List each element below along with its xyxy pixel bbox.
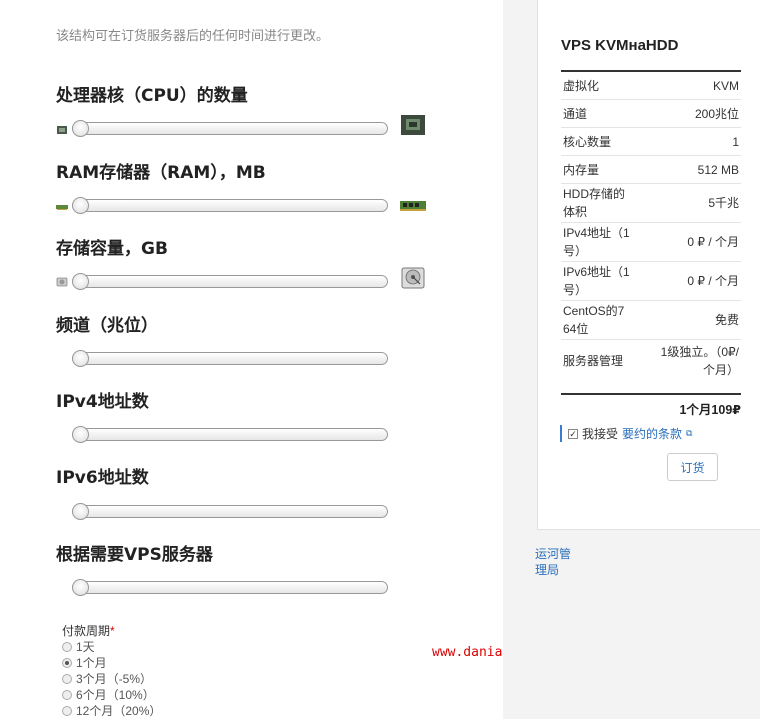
total-price: 1个月109₽ bbox=[561, 393, 741, 418]
ram-large-icon bbox=[400, 201, 426, 211]
ram-slider[interactable] bbox=[72, 197, 388, 214]
row-key: 通道 bbox=[563, 106, 588, 121]
storage-small-icon bbox=[56, 277, 68, 287]
row-value: 免费 bbox=[714, 313, 739, 327]
payment-period-label: 付款周期* bbox=[62, 622, 115, 639]
ram-slider-handle[interactable] bbox=[72, 197, 89, 214]
external-link-icon: ⧉ bbox=[686, 428, 693, 438]
payment-option-12-months[interactable]: 12个月（20%） bbox=[62, 702, 161, 719]
payment-option-3-months[interactable]: 3个月（-5%） bbox=[62, 670, 152, 687]
table-row: 内存量 512 MB bbox=[561, 156, 741, 184]
radio-3-months[interactable] bbox=[62, 673, 72, 684]
row-value: 1 bbox=[732, 134, 739, 149]
table-row: IPv6地址（1号） 0 ₽ / 个月 bbox=[561, 262, 741, 301]
table-row: 核心数量 1 bbox=[561, 128, 741, 156]
config-panel: 该结构可在订货服务器后的任何时间进行更改。 处理器核（CPU）的数量 RAM存储… bbox=[0, 0, 503, 719]
channel-slider-handle[interactable] bbox=[72, 350, 89, 367]
row-value: KVM bbox=[712, 78, 739, 93]
ram-heading: RAM存储器（RAM），MB bbox=[56, 163, 266, 183]
row-value: 0 ₽ / 个月 bbox=[687, 235, 739, 249]
table-row: CentOS的7 64位 免费 bbox=[561, 301, 741, 340]
row-key: CentOS的7 64位 bbox=[563, 304, 625, 336]
radio-1-day[interactable] bbox=[62, 641, 72, 652]
terms-checkbox[interactable]: ✓ bbox=[568, 428, 578, 439]
order-button[interactable]: 订货 bbox=[667, 453, 718, 481]
on-demand-slider-handle[interactable] bbox=[72, 579, 89, 596]
storage-slider-handle[interactable] bbox=[72, 273, 89, 290]
cpu-slider-handle[interactable] bbox=[72, 120, 89, 137]
cpu-small-icon bbox=[57, 126, 67, 134]
cpu-slider[interactable] bbox=[72, 120, 388, 137]
table-row: 服务器管理 1级独立。（0₽/ 个月） bbox=[561, 340, 741, 381]
terms-agreement: ✓ 我接受 要约的条款 ⧉ bbox=[560, 425, 692, 442]
row-value: 1级独立。（0₽/ 个月） bbox=[660, 344, 739, 377]
ipv6-slider-handle[interactable] bbox=[72, 503, 89, 520]
row-key: HDD存储的体积 bbox=[563, 187, 625, 219]
ipv4-slider-handle[interactable] bbox=[72, 426, 89, 443]
cpu-heading: 处理器核（CPU）的数量 bbox=[56, 86, 248, 106]
payment-option-label: 6个月（10%） bbox=[76, 688, 155, 702]
ipv4-heading: IPv4地址数 bbox=[56, 392, 149, 412]
payment-period-text: 付款周期 bbox=[62, 624, 111, 638]
payment-option-label: 3个月（-5%） bbox=[76, 672, 153, 686]
ipv6-slider[interactable] bbox=[72, 503, 388, 520]
storage-large-icon bbox=[401, 267, 425, 289]
channel-slider[interactable] bbox=[72, 350, 388, 367]
row-value: 5千兆 bbox=[708, 196, 739, 210]
row-value: 200兆位 bbox=[694, 106, 739, 121]
payment-option-label: 1个月 bbox=[76, 656, 107, 670]
radio-1-month[interactable] bbox=[62, 657, 72, 668]
ipv4-slider[interactable] bbox=[72, 426, 388, 443]
row-key: 虚拟化 bbox=[563, 78, 600, 93]
ram-small-icon bbox=[56, 205, 68, 210]
config-note: 该结构可在订货服务器后的任何时间进行更改。 bbox=[56, 28, 330, 43]
table-row: 通道 200兆位 bbox=[561, 100, 741, 128]
channel-management-link[interactable]: 运河管理局 bbox=[535, 546, 575, 578]
ipv6-heading: IPv6地址数 bbox=[56, 468, 149, 488]
terms-link[interactable]: 要约的条款 bbox=[622, 425, 682, 442]
row-key: IPv4地址（1号） bbox=[563, 226, 630, 258]
row-value: 0 ₽ / 个月 bbox=[687, 274, 739, 288]
row-key: 内存量 bbox=[563, 162, 600, 177]
table-row: 虚拟化 KVM bbox=[561, 72, 741, 100]
radio-12-months[interactable] bbox=[62, 705, 72, 716]
summary-title: VPS KVMнаHDD bbox=[561, 37, 679, 54]
order-summary-card: VPS KVMнаHDD 虚拟化 KVM 通道 200兆位 核心数量 1 内存量 512… bbox=[537, 0, 760, 530]
cpu-large-icon bbox=[401, 115, 425, 135]
on-demand-heading: 根据需要VPS服务器 bbox=[56, 545, 213, 565]
payment-option-1-month[interactable]: 1个月 bbox=[62, 654, 107, 671]
terms-text: 我接受 bbox=[582, 427, 619, 441]
summary-table: 虚拟化 KVM 通道 200兆位 核心数量 1 内存量 512 MB HDD存储的体积 5… bbox=[561, 70, 741, 381]
payment-option-1-day[interactable]: 1天 bbox=[62, 638, 95, 655]
table-row: IPv4地址（1号） 0 ₽ / 个月 bbox=[561, 223, 741, 262]
storage-slider[interactable] bbox=[72, 273, 388, 290]
payment-option-label: 12个月（20%） bbox=[76, 704, 162, 718]
row-key: 核心数量 bbox=[563, 134, 612, 149]
required-mark: * bbox=[110, 624, 115, 638]
payment-option-6-months[interactable]: 6个月（10%） bbox=[62, 686, 155, 703]
radio-6-months[interactable] bbox=[62, 689, 72, 700]
payment-option-label: 1天 bbox=[76, 640, 95, 654]
table-row: HDD存储的体积 5千兆 bbox=[561, 184, 741, 223]
row-value: 512 MB bbox=[697, 162, 739, 177]
storage-heading: 存储容量，GB bbox=[56, 239, 168, 259]
channel-heading: 频道（兆位） bbox=[56, 316, 158, 336]
row-key: IPv6地址（1号） bbox=[563, 265, 630, 297]
on-demand-slider[interactable] bbox=[72, 579, 388, 596]
row-key: 服务器管理 bbox=[563, 353, 624, 368]
